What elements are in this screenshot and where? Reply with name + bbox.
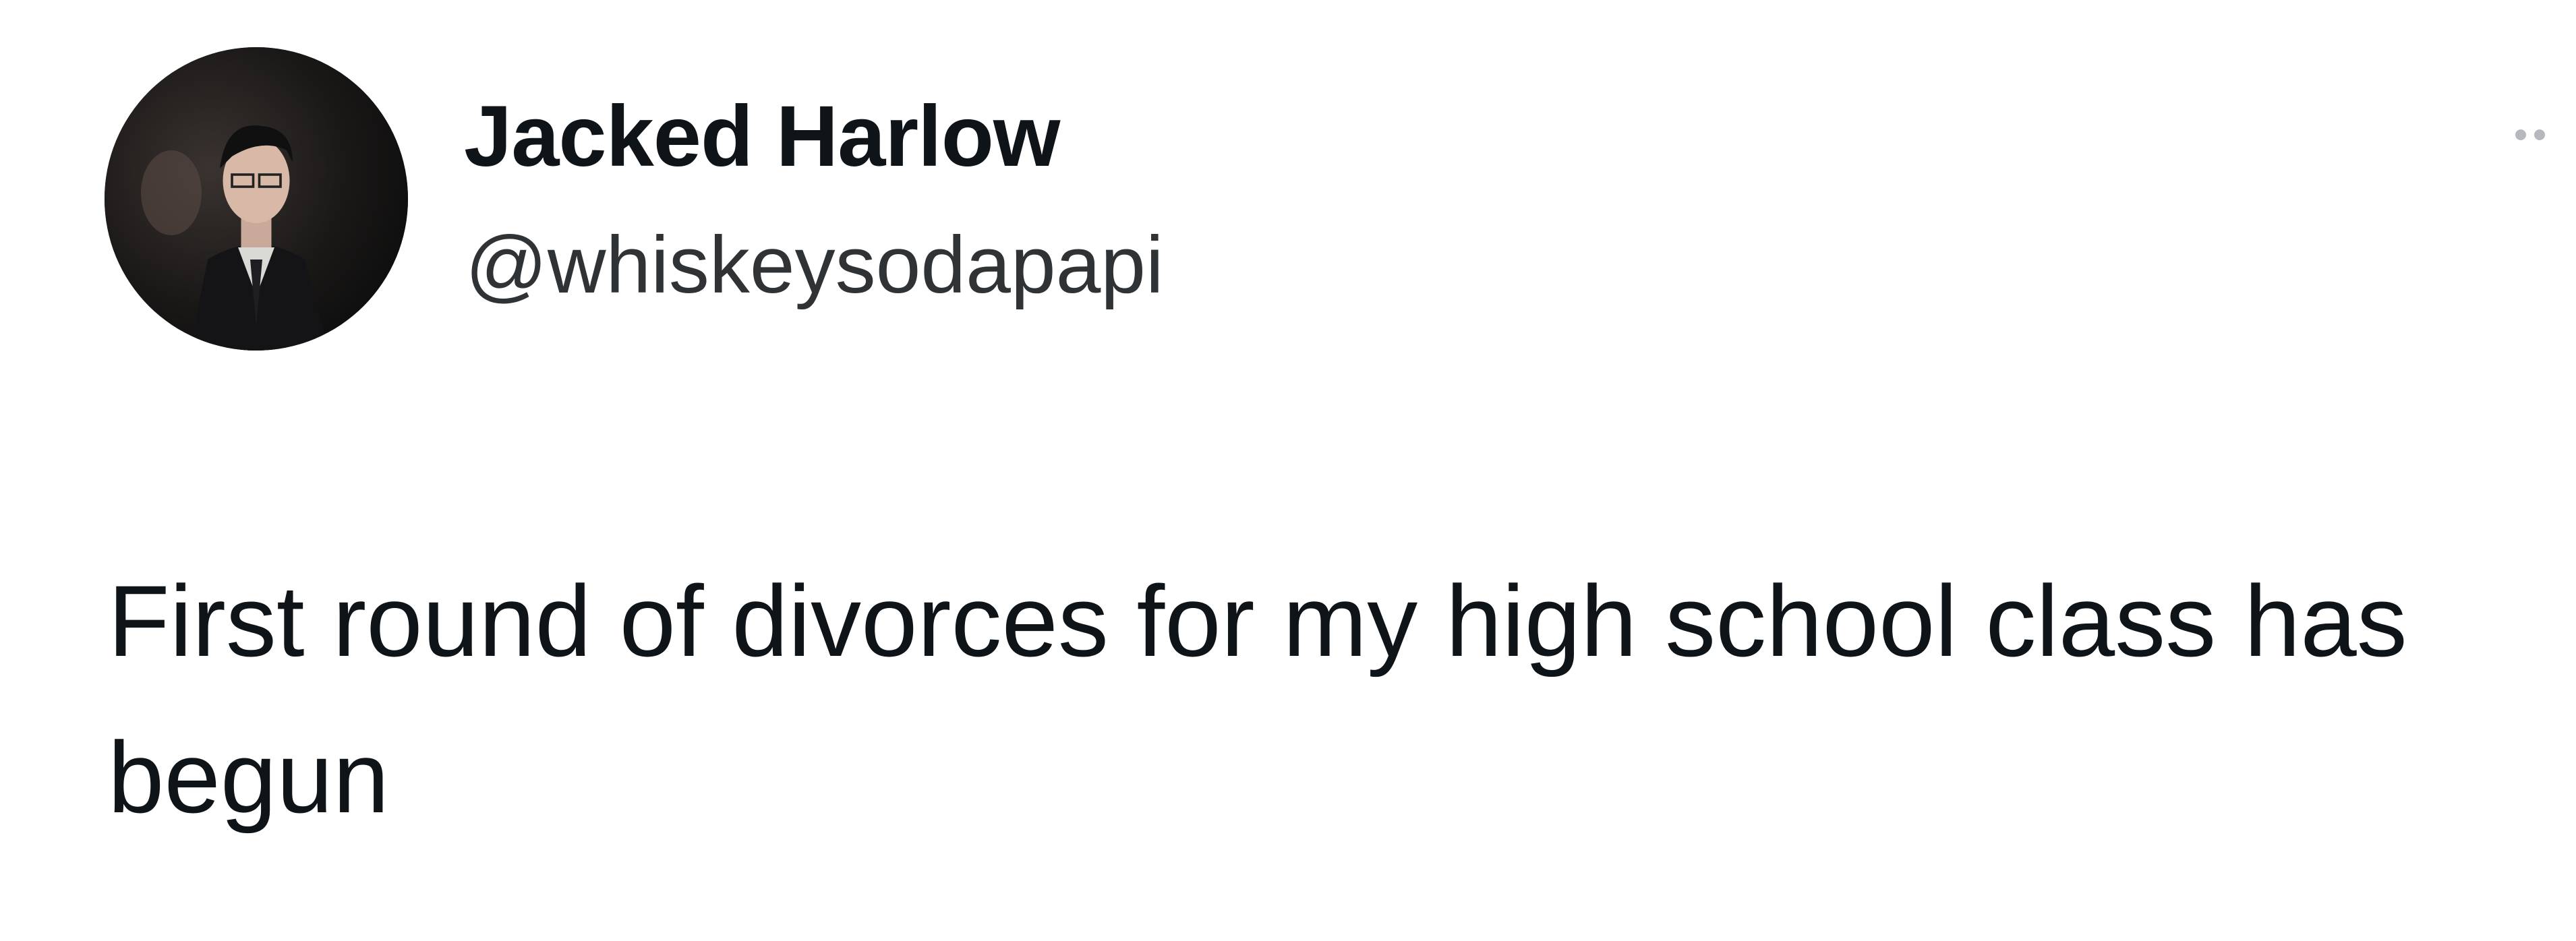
profile-photo-icon (105, 47, 408, 351)
author-display-name[interactable]: Jacked Harlow (464, 86, 1060, 187)
author-handle[interactable]: @whiskeysodapapi (465, 214, 1164, 315)
more-options-button[interactable] (2515, 115, 2576, 155)
avatar[interactable] (105, 47, 408, 351)
tweet-card: Jacked Harlow @whiskeysodapapi First rou… (0, 0, 2576, 941)
more-dot-icon (2534, 129, 2545, 140)
tweet-text: First round of divorces for my high scho… (108, 564, 2407, 834)
more-dot-icon (2515, 129, 2526, 140)
